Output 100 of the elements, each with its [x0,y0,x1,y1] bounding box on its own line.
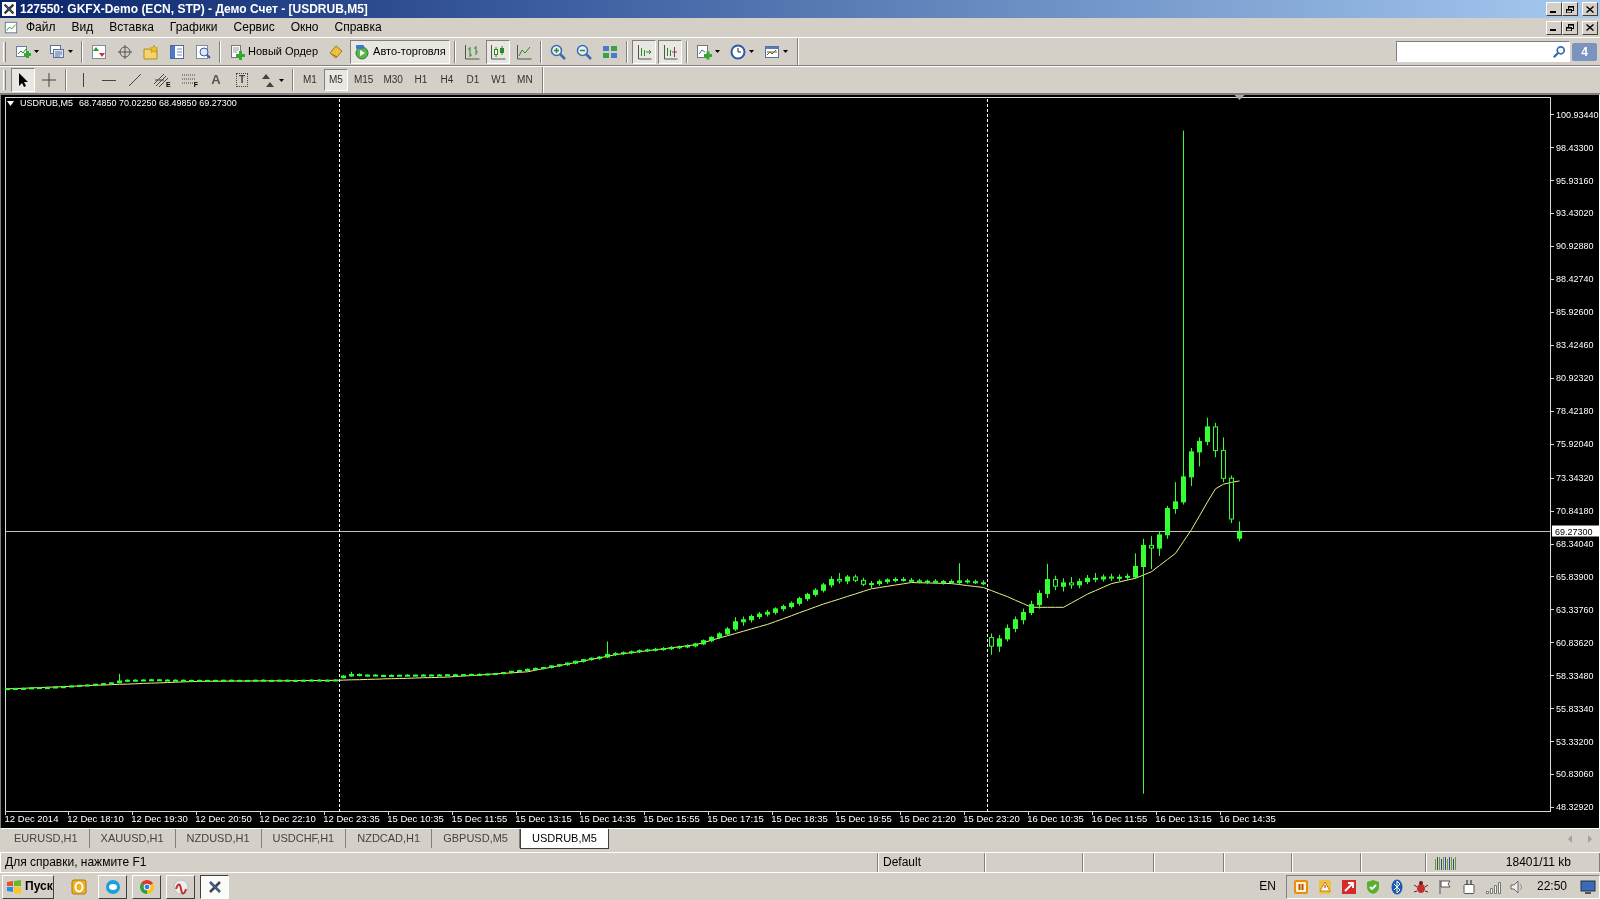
flag-icon[interactable] [1436,878,1453,895]
chart-tab[interactable]: XAUUSD,H1 [89,829,176,848]
crosshair-icon [41,72,57,88]
candlestick [557,663,562,668]
cross-logo-icon [206,878,223,895]
timeframe-button[interactable]: W1 [486,69,511,91]
plug-icon[interactable] [1460,878,1477,895]
chart-tab[interactable]: GBPUSD,M5 [432,829,520,848]
candlestick [605,641,610,659]
pause-icon[interactable] [1292,878,1309,895]
menu-item[interactable]: Графики [161,18,226,37]
candlestick [5,687,10,691]
start-button[interactable]: Пуск [2,874,54,899]
language-indicator[interactable]: EN [1259,879,1276,894]
drawing-tool-button[interactable]: T [229,68,254,92]
candlestick [629,650,634,655]
timeframe-button[interactable]: M5 [323,69,348,91]
candlestick [101,682,106,686]
candlestick [285,679,290,682]
new-order-button[interactable]: Новый Ордер [225,39,323,64]
price-axis-label: 50.83060 [1556,769,1594,780]
profile-name: Default [883,855,922,870]
restore-button[interactable] [1562,20,1578,35]
candlestick [469,673,474,676]
arrows-sheet-icon [91,43,107,60]
price-axis-label: 88.42740 [1556,274,1594,285]
menu-item[interactable]: Сервис [225,18,283,37]
price-axis-label: 63.33760 [1556,604,1594,615]
timeframe-button[interactable]: H4 [434,69,459,91]
candlestick [637,648,642,654]
taskbar-button[interactable] [200,874,229,899]
candlestick [173,678,178,682]
close-button[interactable] [1582,20,1598,35]
auto-trading-button[interactable]: Авто-торговля [350,39,450,64]
toolbar-button[interactable] [631,39,656,64]
flag-logo-icon [6,878,22,895]
drawing-tool-button[interactable] [11,68,35,92]
time-axis-label: 12 Dec 19:30 [131,813,188,824]
chart-document-icon [4,20,18,35]
check-shield-icon[interactable] [1364,878,1381,895]
time-axis-label: 16 Dec 14:35 [1219,813,1276,824]
menu-item[interactable]: Справка [326,18,390,37]
candlestick [1093,572,1098,583]
cross-logo-icon [2,2,16,16]
price-quote: 68.74850 70.02250 68.49850 69.27300 [79,98,237,109]
line-chart-icon [515,43,532,60]
bug-icon[interactable] [1412,878,1429,895]
arrow-tile-icon[interactable] [1340,878,1357,895]
minimize-button[interactable] [1546,2,1562,16]
timeframe-button[interactable]: MN [512,69,537,91]
timeframe-button[interactable]: D1 [460,69,485,91]
current-price-tag: 69.27300 [1552,525,1599,537]
timeframe-button[interactable]: M15 [349,69,378,91]
chart-tab[interactable]: NZDCAD,H1 [346,829,433,848]
timeframe-button[interactable]: M1 [297,69,322,91]
monitor-icon[interactable] [1579,878,1597,895]
candlestick [933,578,938,585]
candlestick [813,587,818,598]
candlestick [901,576,906,583]
candlestick [717,631,722,640]
zoom-out-icon [575,43,592,60]
menu-item[interactable]: Файл [18,18,64,37]
candlestick [797,596,802,607]
close-button[interactable] [1582,2,1598,16]
candlestick [733,616,738,632]
stacked-windows-icon [49,43,65,60]
candlestick [1029,600,1034,616]
menu-item[interactable]: Окно [282,18,327,37]
minimize-button[interactable] [1546,20,1562,35]
toolbar-button[interactable] [485,39,510,64]
candlestick [429,674,434,677]
candlestick [1189,447,1194,487]
diamond-icon [328,43,345,60]
timeframe-button[interactable]: M30 [379,69,407,91]
speaker-icon[interactable] [1508,878,1525,895]
search-field[interactable] [1396,41,1570,62]
candlestick [645,648,650,653]
price-axis-label: 55.83340 [1556,703,1594,714]
candlestick [229,679,234,682]
candlestick [877,579,882,587]
candlestick [53,686,58,689]
candlestick [1077,577,1082,589]
candlestick [437,673,442,677]
menu-item[interactable]: Вставка [101,18,162,37]
candlestick [253,679,258,682]
candlestick [461,673,466,677]
timeframe-button[interactable]: H1 [408,69,433,91]
search-icon [1552,44,1566,59]
warning-icon[interactable] [1316,878,1333,895]
chart-tab[interactable]: EURUSD,H1 [3,829,90,848]
chart-tab[interactable]: USDRUB,M5 [520,829,609,849]
menu-item[interactable]: Вид [63,18,102,37]
candlestick [925,579,930,585]
chart-tab[interactable]: NZDUSD,H1 [175,829,262,848]
candlestick-icon [489,43,506,60]
drawing-tool-button[interactable]: A [203,68,228,92]
chart-tab[interactable]: USDCHF,H1 [261,829,347,848]
price-axis-label: 48.32920 [1556,802,1594,813]
restore-button[interactable] [1562,2,1578,16]
toolbar-button[interactable] [657,39,682,64]
